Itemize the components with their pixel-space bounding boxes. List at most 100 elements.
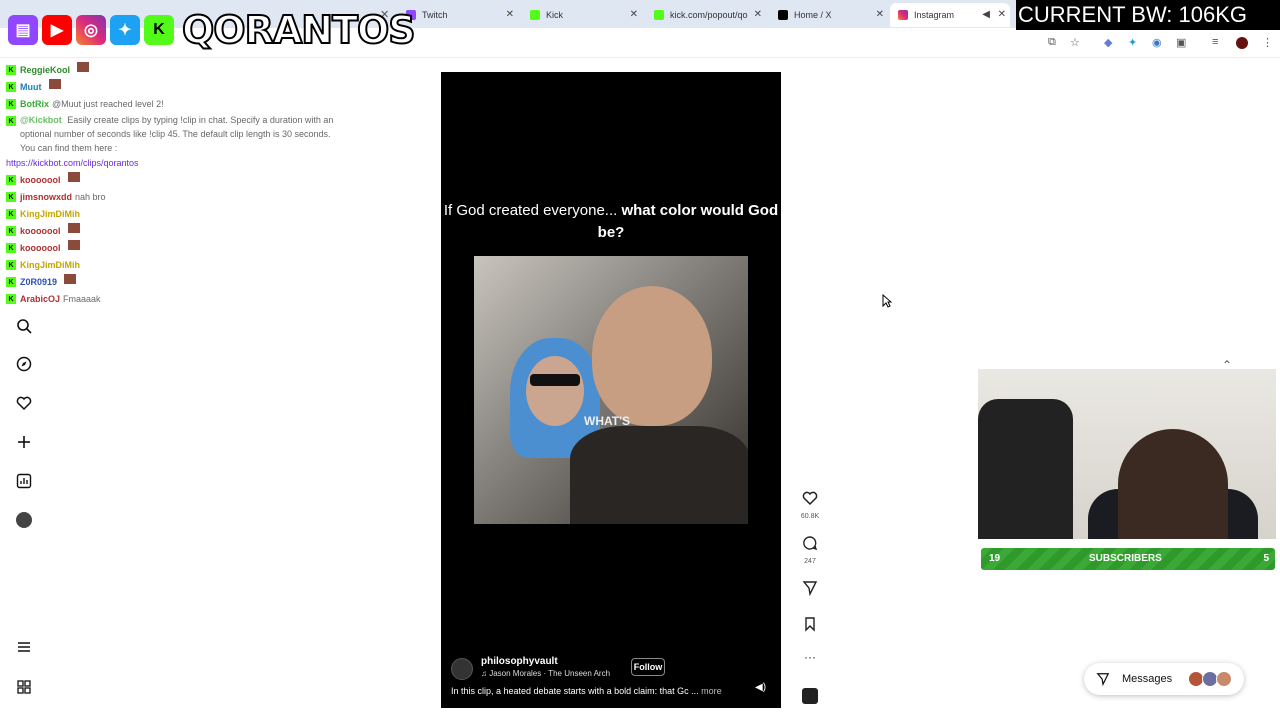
more-options-icon[interactable]: ··· (798, 650, 822, 664)
chat-text: @Muut just reached level 2! (52, 99, 164, 109)
twitter-icon: ✦ (110, 15, 140, 45)
comment-action[interactable]: 247 (798, 535, 822, 565)
video-subtitle: WHAT'S (584, 414, 630, 428)
playlist-icon[interactable]: ≡ (1212, 36, 1218, 48)
chat-text: Fmaaaak (63, 294, 101, 304)
install-icon[interactable]: ⧉ (1048, 36, 1056, 49)
speaker-icon[interactable]: ◀ (982, 9, 990, 20)
chat-message: Kkooooool (6, 240, 346, 257)
tab-instagram[interactable]: Instagram ◀ ✕ (890, 3, 1010, 27)
chat-username: jimsnowxdd (20, 192, 73, 202)
close-icon[interactable]: ✕ (876, 9, 884, 20)
close-icon[interactable]: ✕ (630, 9, 638, 20)
reel-video-frame[interactable]: WHAT'S (474, 256, 748, 524)
audio-icon[interactable]: ◉ (1152, 36, 1162, 49)
kick-badge-icon: K (6, 175, 16, 185)
profile-avatar[interactable] (14, 510, 34, 530)
chat-message: K Muut (6, 79, 346, 96)
caption-bold: what color would God be? (597, 202, 779, 241)
kick-badge-icon: K (6, 209, 16, 219)
webcam-overlay (978, 369, 1276, 539)
kick-badge-icon: K (6, 277, 16, 287)
chat-username: kooooool (20, 175, 61, 185)
kick-badge-icon: K (6, 82, 16, 92)
reel-player[interactable]: If God created everyone... what color wo… (441, 72, 781, 708)
share-icon (802, 581, 818, 597)
mouse-cursor-icon (882, 294, 892, 308)
emote-icon (67, 223, 80, 233)
tab-label: Instagram (914, 10, 955, 20)
kick-badge-icon: K (6, 65, 16, 75)
tab-x[interactable]: Home / X ✕ (770, 3, 888, 27)
mute-icon[interactable]: ◀) (755, 682, 766, 693)
audio-track-label: Jason Morales · The Unseen Arch (489, 669, 611, 678)
kick-badge-icon: K (6, 226, 16, 236)
close-icon[interactable]: ✕ (998, 9, 1006, 20)
close-icon[interactable]: ✕ (754, 9, 762, 20)
translate-icon[interactable]: ✦ (1128, 36, 1137, 49)
reel-author-row: philosophyvault ♫ Jason Morales · The Un… (451, 654, 771, 680)
tab-label: Kick (546, 10, 564, 20)
chat-message: K KingJimDiMih (6, 206, 346, 223)
follow-button[interactable]: Follow (631, 658, 665, 676)
explore-compass-icon[interactable] (14, 354, 34, 374)
menu-kebab-icon[interactable]: ⋮ (1262, 36, 1273, 49)
heart-icon[interactable] (14, 393, 34, 413)
kick-icon (530, 10, 540, 20)
audio-thumbnail[interactable] (798, 688, 822, 704)
twitch-icon: ▤ (8, 15, 38, 45)
tab-kick[interactable]: Kick ✕ (522, 3, 642, 27)
webcam-chair (978, 399, 1073, 539)
extension-icon[interactable]: ◆ (1104, 36, 1112, 49)
chat-message: K @Kickbot Easily create clips by typing … (6, 113, 346, 155)
more-link[interactable]: more (701, 686, 722, 696)
direct-message-icon (1096, 673, 1110, 686)
bandwidth-counter: CURRENT BW: 106KG (1016, 0, 1280, 30)
chat-username: @Kickbot (20, 115, 62, 125)
comment-count: 247 (804, 558, 816, 565)
kick-badge-icon: K (6, 99, 16, 109)
chat-username: kooooool (20, 226, 61, 236)
emote-icon (48, 79, 61, 89)
reel-description: In this clip, a heated debate starts wit… (451, 686, 722, 696)
heart-icon (802, 491, 818, 506)
tab-twitch[interactable]: Twitch ✕ (398, 3, 518, 27)
tab-kick-popout[interactable]: kick.com/popout/qo ✕ (646, 3, 766, 27)
chat-username: Z0R0919 (20, 277, 58, 287)
like-action[interactable]: 60.8K (798, 490, 822, 520)
instagram-icon (898, 10, 908, 20)
chat-username: ArabicOJ (20, 294, 61, 304)
chat-message: K Z0R0919 (6, 274, 346, 291)
share-action[interactable] (798, 580, 822, 601)
hamburger-menu-icon[interactable] (14, 637, 34, 657)
create-plus-icon[interactable] (14, 432, 34, 452)
caption-plain: If God created everyone... (443, 202, 618, 219)
author-name[interactable]: philosophyvault (481, 656, 558, 667)
messages-label: Messages (1122, 673, 1173, 685)
x-icon (778, 10, 788, 20)
chat-message: K ArabicOJ Fmaaaak (6, 291, 346, 308)
video-figure (530, 374, 580, 386)
save-action[interactable] (798, 616, 822, 637)
video-figure (570, 426, 748, 524)
brand-name: QORANTOS (181, 7, 417, 53)
author-avatar[interactable] (451, 658, 473, 680)
search-icon[interactable] (14, 316, 34, 336)
puzzle-icon[interactable]: ▣ (1176, 36, 1186, 49)
audio-track[interactable]: ♫ Jason Morales · The Unseen Arch (481, 669, 610, 678)
chat-username: Muut (20, 82, 42, 92)
dashboard-icon[interactable] (14, 471, 34, 491)
also-from-meta-icon[interactable] (14, 677, 34, 697)
chat-username: KingJimDiMih (20, 209, 80, 219)
subscriber-label: SUBSCRIBERS (1089, 553, 1162, 564)
kick-badge-icon: K (6, 243, 16, 253)
youtube-icon: ▶ (42, 15, 72, 45)
profile-avatar-icon[interactable] (1236, 37, 1248, 49)
close-icon[interactable]: ✕ (506, 9, 514, 20)
chat-message: Kjimsnowxdd nah bro (6, 189, 346, 206)
kick-icon: K (144, 15, 174, 45)
chat-link[interactable]: https://kickbot.com/clips/qorantos (6, 155, 139, 172)
star-icon[interactable]: ☆ (1070, 36, 1080, 49)
messages-button[interactable]: Messages (1084, 663, 1244, 695)
kick-icon (654, 10, 664, 20)
